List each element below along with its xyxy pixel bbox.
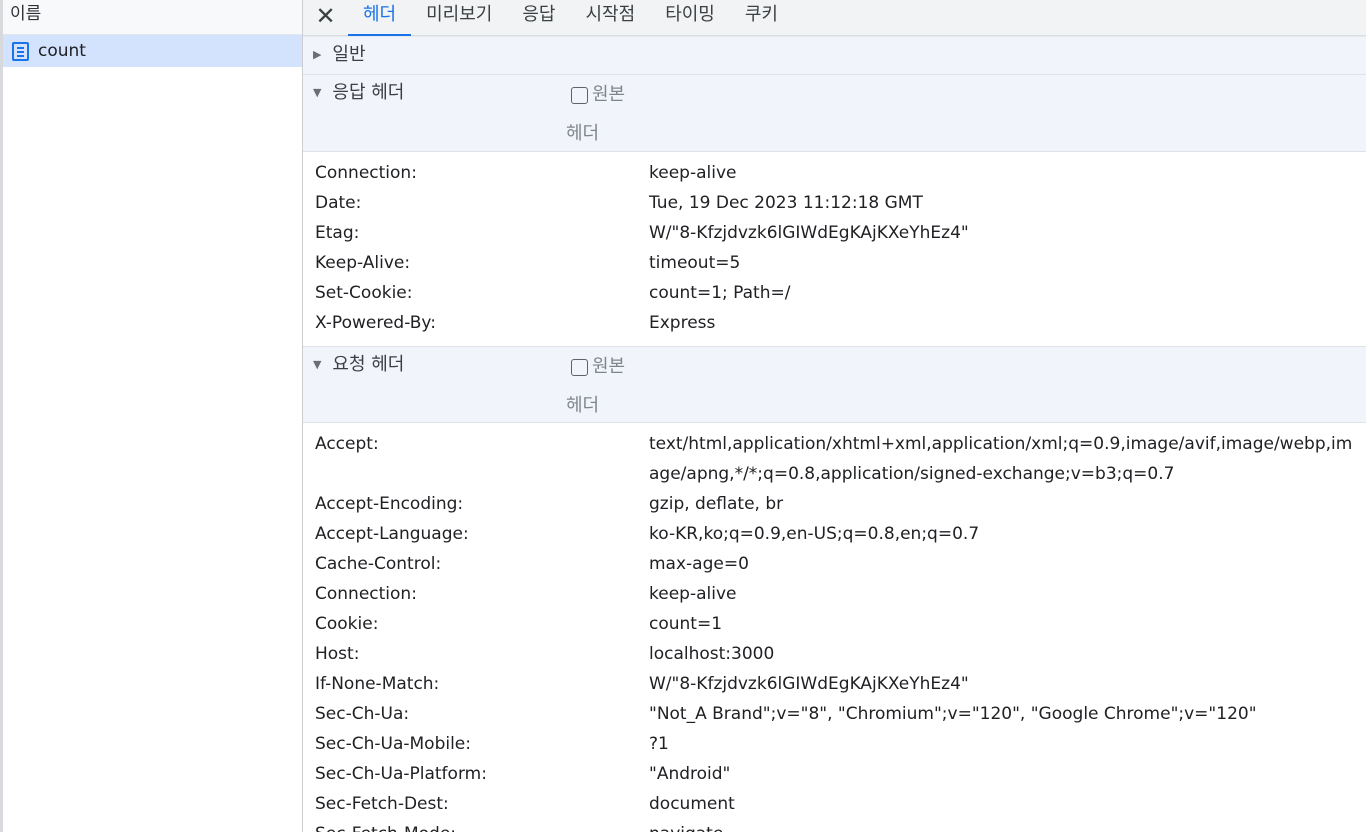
header-row: Host: localhost:3000 bbox=[303, 639, 1366, 669]
header-row: Accept-Encoding: gzip, deflate, br bbox=[303, 489, 1366, 519]
header-name: Sec-Ch-Ua-Platform: bbox=[315, 764, 487, 784]
header-name: Sec-Ch-Ua: bbox=[315, 704, 410, 724]
header-row: Sec-Ch-Ua: "Not_A Brand";v="8", "Chromium… bbox=[303, 699, 1366, 729]
general-section-title: 일반 bbox=[332, 44, 366, 65]
header-name: Sec-Fetch-Mode: bbox=[303, 819, 649, 832]
request-raw-label-wrap: 헤더 bbox=[566, 395, 600, 416]
header-value: W/"8-Kfzjdvzk6lGIWdEgKAjKXeYhEz4" bbox=[649, 674, 969, 694]
header-name: Connection: bbox=[315, 584, 417, 604]
request-row-count[interactable]: count bbox=[3, 35, 302, 67]
header-row: Sec-Fetch-Dest: document bbox=[303, 789, 1366, 819]
response-headers-title: 응답 헤더 bbox=[332, 82, 405, 103]
name-column-header[interactable]: 이름 bbox=[3, 0, 302, 35]
header-name: Accept-Encoding: bbox=[315, 494, 464, 514]
header-value: gzip, deflate, br bbox=[649, 494, 784, 514]
header-name: Sec-Fetch-Dest: bbox=[315, 794, 449, 814]
header-row: Accept-Language: ko-KR,ko;q=0.9,en-US;q=0… bbox=[303, 519, 1366, 549]
request-raw-toggle[interactable]: 원본 bbox=[571, 352, 625, 378]
request-name: count bbox=[38, 41, 86, 61]
header-value: localhost:3000 bbox=[649, 644, 775, 664]
header-name: Keep-Alive: bbox=[315, 253, 411, 273]
header-name: Date: bbox=[315, 193, 362, 213]
request-headers-toggle[interactable]: ▼ 요청 헤더 bbox=[313, 352, 404, 378]
tab-preview[interactable]: 미리보기 bbox=[411, 0, 507, 36]
header-value: "Android" bbox=[649, 764, 731, 784]
header-row: Etag: W/"8-Kfzjdvzk6lGIWdEgKAjKXeYhEz4" bbox=[303, 218, 1366, 248]
header-value: max-age=0 bbox=[649, 554, 749, 574]
response-headers-list: Connection: keep-alive Date: Tue, 19 Dec 20… bbox=[303, 152, 1366, 346]
response-headers-toggle[interactable]: ▼ 응답 헤더 bbox=[313, 80, 404, 106]
header-name: Set-Cookie: bbox=[315, 283, 413, 303]
header-name: Etag: bbox=[315, 223, 360, 243]
header-value: count=1 bbox=[649, 614, 723, 634]
triangle-down-icon: ▼ bbox=[313, 358, 322, 371]
header-row: Sec-Fetch-Mode:navigate bbox=[303, 819, 1366, 832]
header-row: Sec-Ch-Ua-Mobile: ?1 bbox=[303, 729, 1366, 759]
details-tab-bar: ✕ 헤더 미리보기 응답 시작점 타이밍 쿠키 bbox=[303, 0, 1366, 36]
header-name: Cookie: bbox=[315, 614, 379, 634]
request-headers-list: Accept: text/html,application/xhtml+xml,a… bbox=[303, 423, 1366, 832]
header-row: If-None-Match: W/"8-Kfzjdvzk6lGIWdEgKAjKX… bbox=[303, 669, 1366, 699]
request-raw-label: 원본 bbox=[592, 356, 626, 377]
response-raw-label: 원본 bbox=[592, 84, 626, 105]
tab-cookies[interactable]: 쿠키 bbox=[730, 0, 793, 36]
header-value: text/html,application/xhtml+xml,applicat… bbox=[649, 434, 1353, 484]
header-value: keep-alive bbox=[649, 584, 737, 604]
header-value: count=1; Path=/ bbox=[649, 283, 791, 303]
header-row: Connection: keep-alive bbox=[303, 579, 1366, 609]
tab-headers[interactable]: 헤더 bbox=[348, 0, 412, 36]
response-raw-checkbox[interactable] bbox=[571, 86, 588, 104]
header-name: Accept-Language: bbox=[315, 524, 469, 544]
header-row: Set-Cookie: count=1; Path=/ bbox=[303, 278, 1366, 308]
tab-initiator[interactable]: 시작점 bbox=[571, 0, 651, 36]
request-headers-title: 요청 헤더 bbox=[332, 354, 405, 375]
header-value: ko-KR,ko;q=0.9,en-US;q=0.8,en;q=0.7 bbox=[649, 524, 980, 544]
header-row: Date: Tue, 19 Dec 2023 11:12:18 GMT bbox=[303, 188, 1366, 218]
header-value: document bbox=[649, 794, 735, 814]
header-row: Cache-Control: max-age=0 bbox=[303, 549, 1366, 579]
tab-timing[interactable]: 타이밍 bbox=[650, 0, 730, 36]
header-row: Sec-Ch-Ua-Platform: "Android" bbox=[303, 759, 1366, 789]
general-section-header[interactable]: ▶ 일반 bbox=[303, 36, 1366, 75]
header-value: keep-alive bbox=[649, 163, 737, 183]
header-row: Cookie: count=1 bbox=[303, 609, 1366, 639]
header-value: Tue, 19 Dec 2023 11:12:18 GMT bbox=[649, 193, 923, 213]
header-name: X-Powered-By: bbox=[315, 313, 436, 333]
response-raw-label-wrap: 헤더 bbox=[566, 123, 600, 144]
request-headers-section-header: ▼ 요청 헤더 원본 헤더 bbox=[303, 346, 1366, 423]
header-value: W/"8-Kfzjdvzk6lGIWdEgKAjKXeYhEz4" bbox=[649, 223, 969, 243]
tab-response[interactable]: 응답 bbox=[507, 0, 570, 36]
triangle-right-icon: ▶ bbox=[313, 48, 322, 61]
header-name: If-None-Match: bbox=[315, 674, 440, 694]
header-name: Sec-Ch-Ua-Mobile: bbox=[315, 734, 471, 754]
close-icon[interactable]: ✕ bbox=[303, 0, 348, 32]
header-name: Connection: bbox=[315, 163, 417, 183]
header-value: Express bbox=[649, 313, 716, 333]
triangle-down-icon: ▼ bbox=[313, 86, 322, 99]
response-raw-toggle[interactable]: 원본 bbox=[571, 80, 625, 106]
header-row: Accept: text/html,application/xhtml+xml,a… bbox=[303, 429, 1366, 489]
request-details-panel: ✕ 헤더 미리보기 응답 시작점 타이밍 쿠키 ▶ 일반 ▼ 응답 헤더 원본 … bbox=[303, 0, 1366, 832]
header-value: navigate bbox=[649, 819, 1354, 832]
header-row: X-Powered-By: Express bbox=[303, 308, 1366, 338]
request-raw-checkbox[interactable] bbox=[571, 358, 588, 376]
header-name: Cache-Control: bbox=[315, 554, 442, 574]
header-value: ?1 bbox=[649, 734, 669, 754]
header-value: "Not_A Brand";v="8", "Chromium";v="120",… bbox=[649, 704, 1257, 724]
document-icon bbox=[12, 41, 29, 61]
header-name: Host: bbox=[315, 644, 360, 664]
header-row: Connection: keep-alive bbox=[303, 158, 1366, 188]
request-list-panel: 이름 count bbox=[0, 0, 303, 832]
response-headers-section-header: ▼ 응답 헤더 원본 헤더 bbox=[303, 75, 1366, 152]
header-value: timeout=5 bbox=[649, 253, 741, 273]
header-row: Keep-Alive: timeout=5 bbox=[303, 248, 1366, 278]
header-name: Accept: bbox=[315, 434, 379, 454]
